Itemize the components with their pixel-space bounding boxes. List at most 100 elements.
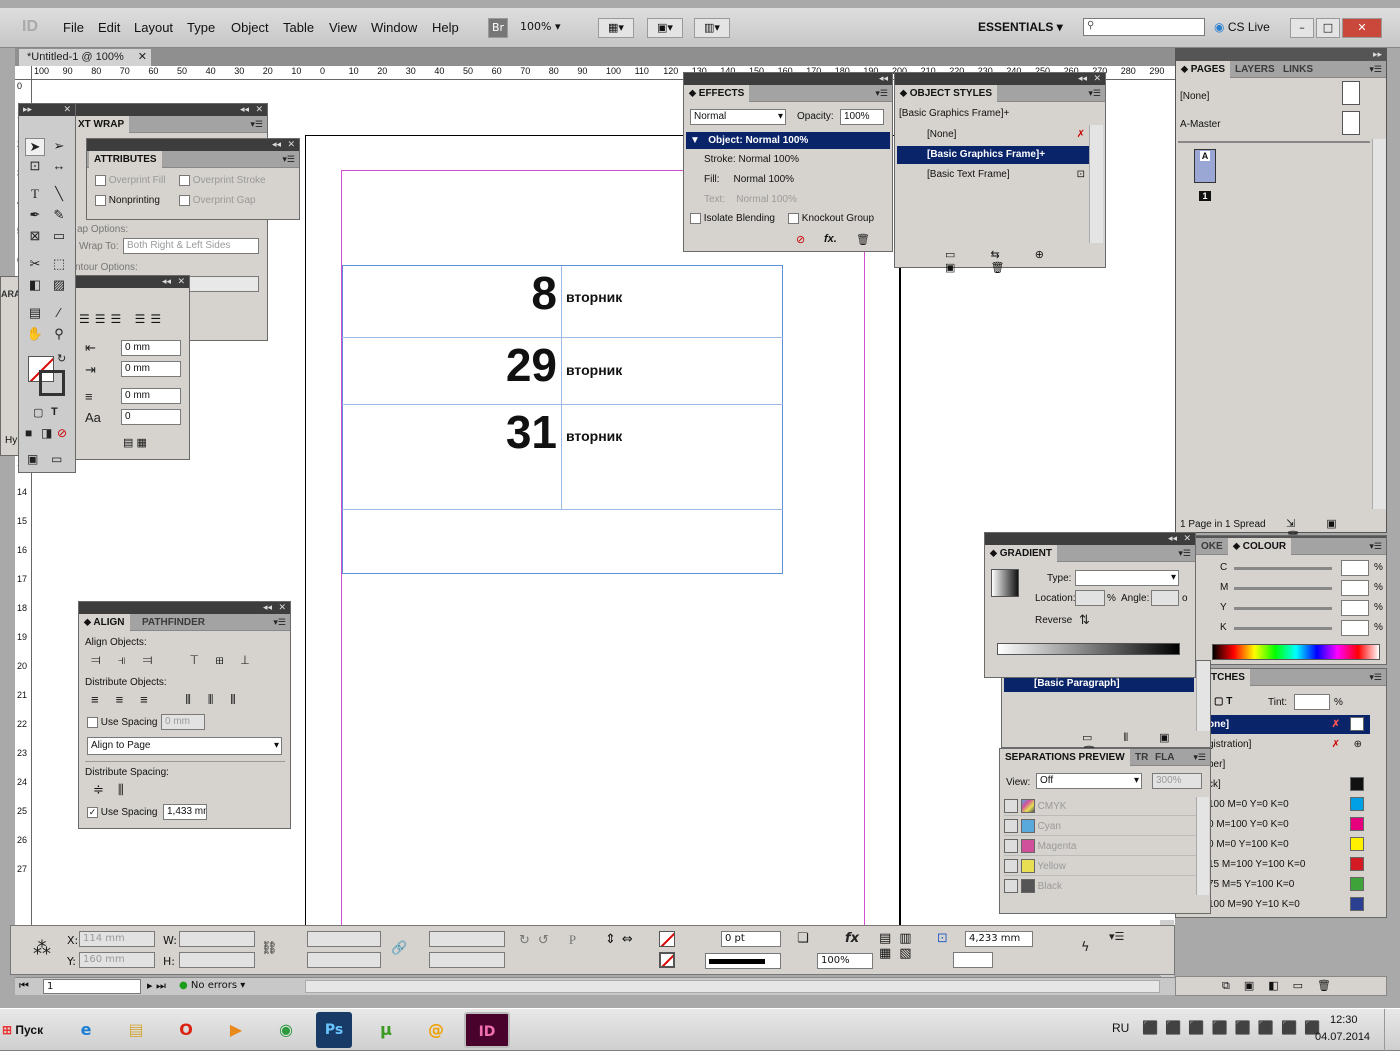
- preview-mode-icon[interactable]: ▭: [51, 452, 62, 466]
- select-container-buttons[interactable]: ⇕⇔: [605, 932, 639, 947]
- constrain-proportions-icon[interactable]: ⛓: [261, 941, 278, 956]
- apply-gradient-icon[interactable]: ◨: [41, 426, 52, 440]
- gradient-swatch-tool-icon[interactable]: ◧: [25, 277, 45, 293]
- left-indent-input[interactable]: 0 mm: [121, 340, 181, 356]
- use-spacing-option[interactable]: Use Spacing: [87, 717, 157, 728]
- panel-menu-icon[interactable]: ▾☰: [1369, 541, 1382, 552]
- overprint-stroke-option[interactable]: Overprint Stroke: [179, 175, 266, 186]
- panel-titlebar[interactable]: ◂◂ ✕: [985, 533, 1195, 545]
- collapse-icon[interactable]: ◂◂: [1078, 73, 1087, 84]
- channel-slider-m[interactable]: [1234, 587, 1332, 590]
- free-transform-tool-icon[interactable]: ⬚: [49, 256, 69, 272]
- collapse-icon[interactable]: ▸▸: [23, 104, 32, 115]
- visibility-toggle[interactable]: [1004, 839, 1018, 854]
- ink-row[interactable]: Yellow: [1004, 857, 1196, 876]
- paragraph-style-item[interactable]: [Basic Paragraph]: [1004, 676, 1194, 692]
- gradient-type-select[interactable]: ▾: [1075, 570, 1179, 586]
- tab-colour[interactable]: ⬥ COLOUR: [1228, 538, 1292, 555]
- close-icon[interactable]: ✕: [1183, 533, 1191, 544]
- lock-scale-icon[interactable]: 🔗: [391, 941, 407, 956]
- tab-swatches[interactable]: TCHES: [1206, 669, 1250, 686]
- effects-object-row[interactable]: ▼ Object: Normal 100%: [686, 132, 890, 149]
- channel-slider-k[interactable]: [1234, 627, 1332, 630]
- use-spacing-2-checkbox[interactable]: ✓: [87, 807, 98, 818]
- panel-titlebar[interactable]: ◂◂ ✕: [73, 104, 267, 116]
- apply-none-icon[interactable]: ⊘: [57, 426, 67, 440]
- menu-object[interactable]: Object: [231, 20, 269, 35]
- first-line-indent-input[interactable]: 0 mm: [121, 361, 181, 377]
- expand-dock-icon[interactable]: ▸▸: [1373, 49, 1382, 60]
- knockout-group-checkbox[interactable]: [788, 213, 799, 224]
- stroke-type-select[interactable]: [705, 953, 781, 969]
- dock-titlebar[interactable]: ▸▸: [1176, 49, 1386, 61]
- distribute-objects-buttons[interactable]: ≡≡≡ ⫴⫴⫴: [91, 692, 253, 708]
- panel-menu-icon[interactable]: ▾☰: [875, 88, 888, 99]
- scale-x-input[interactable]: [307, 931, 381, 947]
- object-styles-scrollbar[interactable]: [1089, 125, 1103, 243]
- tab-pages[interactable]: ⬥ PAGES: [1176, 61, 1231, 78]
- panel-titlebar[interactable]: ▸▸ ✕: [19, 104, 75, 116]
- overprint-fill-checkbox[interactable]: [95, 175, 106, 186]
- day-number[interactable]: 29: [472, 338, 557, 392]
- panel-menu-icon[interactable]: ▾☰: [250, 119, 263, 130]
- tab-text-wrap[interactable]: XT WRAP: [73, 116, 130, 133]
- menu-table[interactable]: Table: [283, 20, 314, 35]
- effects-fill-row[interactable]: Fill: Normal 100%: [704, 174, 794, 185]
- shear-input[interactable]: [429, 952, 505, 968]
- opacity-input[interactable]: 100%: [840, 109, 884, 125]
- preflight-status[interactable]: ● No errors ▾: [179, 980, 245, 991]
- menu-edit[interactable]: Edit: [98, 20, 120, 35]
- panel-titlebar[interactable]: ◂◂ ✕: [79, 602, 290, 614]
- use-spacing-checkbox[interactable]: [87, 717, 98, 728]
- panel-titlebar[interactable]: ◂◂ ✕: [895, 73, 1105, 85]
- cs-live-button[interactable]: ◉ CS Live: [1214, 20, 1270, 34]
- system-tray-icons[interactable]: ⬛⬛⬛⬛⬛⬛⬛⬛: [1142, 1021, 1328, 1036]
- visibility-toggle[interactable]: [1004, 819, 1018, 834]
- help-search-input[interactable]: ⚲: [1083, 18, 1205, 36]
- view-options-button[interactable]: ▦▾: [598, 18, 634, 38]
- swatch-fill-stroke-toggle[interactable]: ▢ T: [1214, 696, 1232, 707]
- indesign-taskbar-icon[interactable]: ID: [464, 1012, 510, 1048]
- note-tool-icon[interactable]: ▤: [25, 305, 45, 321]
- tab-pathfinder[interactable]: PATHFINDER: [137, 614, 210, 631]
- weekday-label[interactable]: вторник: [566, 428, 622, 444]
- align-to-select[interactable]: Align to Page ▾: [87, 737, 282, 755]
- a-master-thumb[interactable]: [1342, 111, 1360, 135]
- tab-align[interactable]: ⬥ ALIGN: [79, 614, 130, 631]
- h-input[interactable]: [179, 952, 255, 968]
- reverse-gradient-icon[interactable]: ⇅: [1079, 612, 1090, 628]
- blend-mode-select[interactable]: Normal ▾: [690, 109, 786, 125]
- overprint-fill-option[interactable]: Overprint Fill: [95, 175, 165, 186]
- language-indicator[interactable]: RU: [1112, 1021, 1129, 1035]
- gradient-ramp[interactable]: [997, 643, 1180, 655]
- pen-tool-icon[interactable]: ✒: [25, 207, 45, 223]
- gradient-feather-tool-icon[interactable]: ▨: [49, 277, 69, 293]
- master-none-thumb[interactable]: [1342, 81, 1360, 105]
- channel-input-y[interactable]: [1341, 600, 1369, 616]
- stroke-weight-input[interactable]: 0 pt: [721, 931, 781, 947]
- rotate-flip-buttons[interactable]: ↻↺ P: [519, 932, 584, 948]
- justify-icon[interactable]: ☰: [135, 312, 151, 326]
- gap-tool-icon[interactable]: ↔: [49, 158, 69, 173]
- close-icon[interactable]: ✕: [63, 104, 71, 115]
- arrange-documents-button[interactable]: ▥▾: [694, 18, 730, 38]
- chrome-icon[interactable]: ◉: [266, 1012, 306, 1048]
- align-right-icon[interactable]: ☰: [111, 312, 127, 326]
- close-icon[interactable]: ✕: [177, 276, 185, 287]
- panel-titlebar[interactable]: ◂◂ ✕: [87, 139, 299, 151]
- ink-row[interactable]: Black: [1004, 877, 1196, 896]
- hand-tool-icon[interactable]: ✋: [25, 326, 45, 342]
- panel-menu-icon[interactable]: ▾☰: [1369, 672, 1382, 683]
- photoshop-icon[interactable]: Ps: [316, 1012, 352, 1048]
- formatting-affects-text-icon[interactable]: T: [51, 406, 58, 418]
- panel-titlebar[interactable]: ◂◂: [684, 73, 892, 85]
- tab-gradient[interactable]: ⬥ GRADIENT: [985, 545, 1058, 562]
- overprint-gap-checkbox[interactable]: [179, 195, 190, 206]
- separations-zoom-select[interactable]: 300%: [1152, 773, 1202, 789]
- distribute-spacing-buttons[interactable]: ≑⫼: [93, 782, 138, 798]
- use-spacing-2-input[interactable]: 1,433 mm: [163, 804, 207, 820]
- quick-apply-icon[interactable]: ϟ: [1081, 940, 1090, 955]
- channel-slider-y[interactable]: [1234, 607, 1332, 610]
- object-style-item[interactable]: [Basic Graphics Frame]+: [897, 146, 1089, 164]
- show-desktop-button[interactable]: [1384, 1009, 1398, 1051]
